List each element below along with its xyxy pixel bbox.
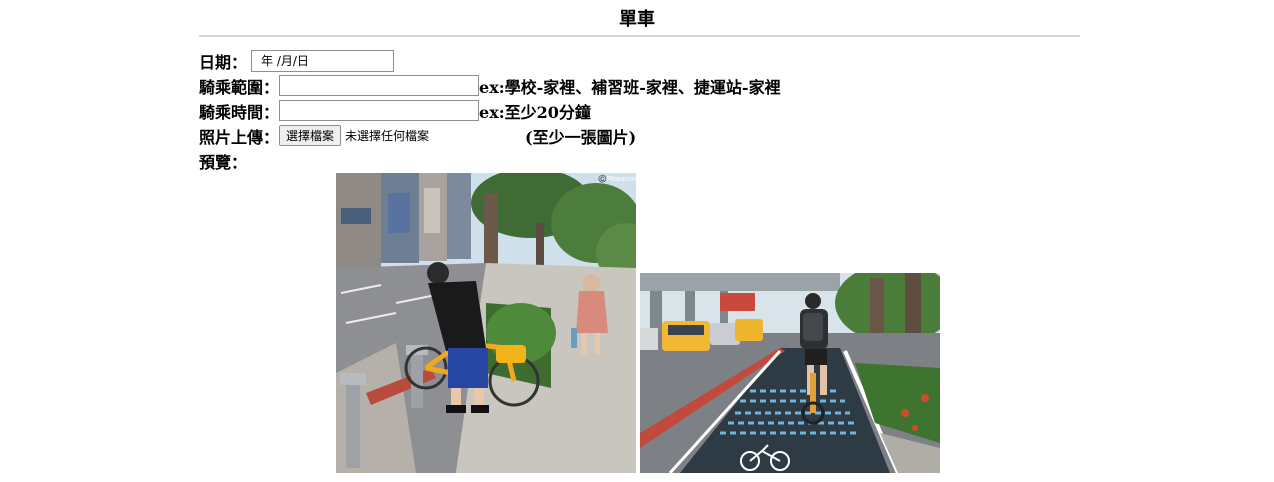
preview-row: 預覽： [199,148,1080,173]
file-status: 未選擇任何檔案 [345,129,430,143]
time-input[interactable] [279,100,480,121]
page-title: 單車 [619,9,655,30]
time-label: 騎乘時間： [199,102,280,122]
photo-watermark: ©️Mosanna [598,174,636,183]
time-row: 騎乘時間： ex:至少20分鐘 [199,98,1080,123]
date-input[interactable]: 年 /月/日 [251,49,395,72]
range-row: 騎乘範圍： ex:學校-家裡、補習班-家裡、捷運站-家裡 [199,73,1080,98]
page: 單車 日期： 年 /月/日 騎乘範圍： ex:學校-家裡、補習班-家裡、捷運站-… [0,0,1274,482]
date-placeholder: 年 /月/日 [261,54,309,68]
choose-file-button[interactable]: 選擇檔案 [279,125,342,146]
bike-form: 日期： 年 /月/日 騎乘範圍： ex:學校-家裡、補習班-家裡、捷運站-家裡 … [199,48,1080,173]
upload-row: 照片上傳： 選擇檔案 未選擇任何檔案 (至少一張圖片) [199,123,1080,148]
upload-note: (至少一張圖片) [525,127,637,147]
range-label: 騎乘範圍： [199,77,280,97]
date-row: 日期： 年 /月/日 [199,48,1080,73]
title-divider [199,35,1080,37]
preview-label: 預覽： [199,152,248,172]
date-label: 日期： [199,52,248,72]
time-hint: ex:至少20分鐘 [479,102,591,122]
range-hint: ex:學校-家裡、補習班-家裡、捷運站-家裡 [479,77,781,97]
range-input[interactable] [279,75,480,96]
bike-station-photo: ©️Mosanna [336,173,636,473]
upload-label: 照片上傳： [199,127,280,147]
bike-lane-photo [640,273,940,473]
